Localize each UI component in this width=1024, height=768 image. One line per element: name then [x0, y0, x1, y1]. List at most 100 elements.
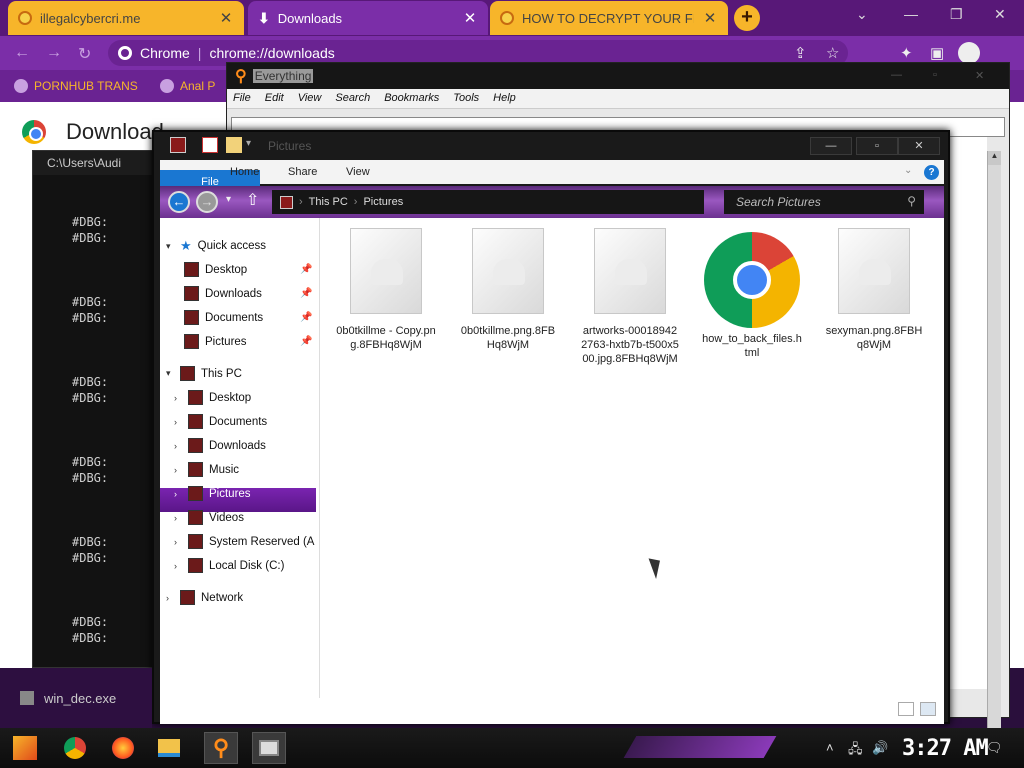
chevron-right-icon[interactable]: ›: [174, 441, 182, 451]
menu-item-bookmarks[interactable]: Bookmarks: [384, 92, 439, 108]
chevron-right-icon[interactable]: ›: [166, 593, 174, 603]
pin-icon[interactable]: 📌: [300, 312, 312, 323]
help-icon[interactable]: ?: [924, 165, 939, 180]
maximize-button[interactable]: ▫: [856, 137, 898, 155]
file-item[interactable]: sexyman.png.8FBHq8WjM: [824, 228, 924, 352]
chevron-right-icon[interactable]: ›: [174, 465, 182, 475]
menu-item-tools[interactable]: Tools: [453, 92, 479, 108]
pin-icon[interactable]: 📌: [300, 288, 312, 299]
tab-downloads[interactable]: ⬇ Downloads ✕: [248, 1, 488, 35]
nav-qa-desktop[interactable]: Desktop 📌: [184, 262, 312, 277]
pin-icon[interactable]: 📌: [300, 336, 312, 347]
menu-item-file[interactable]: File: [233, 92, 251, 108]
maximize-icon[interactable]: ▫: [933, 69, 937, 81]
nav-pc-item[interactable]: › Desktop: [174, 390, 251, 405]
chevron-down-icon[interactable]: ▾: [166, 241, 174, 252]
tab-search-icon[interactable]: ⌄: [856, 6, 868, 23]
menu-item-view[interactable]: View: [298, 92, 322, 108]
up-arrow-icon[interactable]: ⇧: [246, 190, 259, 210]
scrollbar[interactable]: ▲: [987, 151, 1001, 751]
chevron-right-icon[interactable]: ›: [174, 561, 182, 571]
nav-network[interactable]: › Network: [166, 590, 243, 605]
tab-decrypt-note[interactable]: HOW TO DECRYPT YOUR FIL ✕: [490, 1, 728, 35]
tab-share[interactable]: Share: [274, 160, 331, 184]
pin-icon[interactable]: 📌: [300, 264, 312, 275]
new-folder-icon[interactable]: [226, 137, 242, 153]
reload-icon[interactable]: ↻: [78, 44, 91, 64]
nav-pc-item[interactable]: › Videos: [174, 510, 244, 525]
file-item[interactable]: 0b0tkillme.png.8FBHq8WjM: [458, 228, 558, 352]
chevron-down-icon[interactable]: ▾: [246, 138, 251, 149]
nav-qa-downloads[interactable]: Downloads 📌: [184, 286, 312, 301]
nav-pc-item[interactable]: › Pictures: [174, 486, 251, 501]
minimize-icon[interactable]: —: [891, 69, 902, 81]
tab-view[interactable]: View: [332, 160, 384, 184]
taskbar-console[interactable]: [252, 732, 286, 764]
file-item[interactable]: how_to_back_files.html: [702, 228, 802, 360]
recent-chevron-icon[interactable]: ▾: [226, 194, 231, 205]
restore-icon[interactable]: ❐: [950, 6, 963, 23]
taskbar-chrome[interactable]: [58, 732, 92, 764]
close-tab-icon[interactable]: ✕: [218, 9, 234, 27]
nav-pc-item[interactable]: › Downloads: [174, 438, 266, 453]
notification-item[interactable]: win_dec.exe: [0, 668, 152, 728]
taskbar-everything[interactable]: ⚲: [204, 732, 238, 764]
chevron-right-icon[interactable]: ›: [174, 393, 182, 403]
bookmark-star-icon[interactable]: ☆: [826, 44, 839, 62]
file-item[interactable]: artworks-000189422763-hxtb7b-t500x500.jp…: [580, 228, 680, 366]
close-window-icon[interactable]: ✕: [994, 6, 1006, 23]
taskbar-firefox[interactable]: [106, 732, 140, 764]
breadcrumb-this-pc[interactable]: This PC: [309, 196, 348, 208]
forward-icon[interactable]: →: [46, 44, 62, 62]
forward-arrow-icon[interactable]: →: [196, 191, 218, 213]
menu-item-search[interactable]: Search: [335, 92, 370, 108]
tab-illegalcybercrime[interactable]: illegalcybercri.me ✕: [8, 1, 244, 35]
breadcrumb-pictures[interactable]: Pictures: [363, 196, 403, 208]
minimize-button[interactable]: —: [810, 137, 852, 155]
share-icon[interactable]: ⇪: [794, 44, 807, 62]
back-arrow-icon[interactable]: ←: [168, 191, 190, 213]
bookmark-item[interactable]: Anal P: [160, 79, 215, 93]
properties-icon[interactable]: [202, 137, 218, 153]
menu-item-edit[interactable]: Edit: [265, 92, 284, 108]
nav-pc-item[interactable]: › Documents: [174, 414, 267, 429]
close-icon[interactable]: ✕: [975, 69, 984, 82]
breadcrumb[interactable]: › This PC › Pictures: [272, 190, 704, 214]
back-icon[interactable]: ←: [14, 44, 30, 62]
chevron-down-icon[interactable]: ▾: [166, 368, 174, 379]
close-tab-icon[interactable]: ✕: [702, 9, 718, 27]
nav-quick-access[interactable]: ▾ ★ Quick access: [166, 238, 266, 254]
start-button[interactable]: [8, 732, 42, 764]
scroll-up-icon[interactable]: ▲: [988, 151, 1001, 165]
new-tab-button[interactable]: +: [734, 5, 760, 31]
close-button[interactable]: ✕: [898, 137, 940, 155]
close-tab-icon[interactable]: ✕: [462, 9, 478, 27]
sidepanel-icon[interactable]: ▣: [930, 44, 944, 62]
clock[interactable]: 3:27 AM: [902, 736, 989, 761]
menu-item-help[interactable]: Help: [493, 92, 516, 108]
nav-this-pc[interactable]: ▾ This PC: [166, 366, 242, 381]
search-input[interactable]: Search Pictures ⚲: [724, 190, 924, 214]
nav-qa-documents[interactable]: Documents 📌: [184, 310, 312, 325]
network-icon[interactable]: 🖧: [848, 740, 863, 762]
chevron-right-icon[interactable]: ›: [174, 513, 182, 523]
nav-qa-pictures[interactable]: Pictures 📌: [184, 334, 312, 349]
details-view-icon[interactable]: [898, 702, 914, 716]
chevron-right-icon[interactable]: ›: [174, 489, 182, 499]
chevron-right-icon[interactable]: ›: [174, 537, 182, 547]
chevron-right-icon[interactable]: ›: [174, 417, 182, 427]
bookmark-item[interactable]: PORNHUB TRANS: [14, 79, 138, 93]
nav-pc-item[interactable]: › System Reserved (A: [174, 534, 314, 549]
taskbar-explorer[interactable]: [152, 732, 186, 764]
large-icons-view-icon[interactable]: [920, 702, 936, 716]
nav-pc-item[interactable]: › Music: [174, 462, 239, 477]
volume-icon[interactable]: 🔊: [872, 740, 888, 756]
file-item[interactable]: 0b0tkillme - Copy.png.8FBHq8WjM: [336, 228, 436, 352]
tab-home[interactable]: Home: [216, 160, 273, 184]
extensions-icon[interactable]: ✦: [900, 44, 913, 62]
chevron-down-icon[interactable]: ⌄: [904, 165, 912, 176]
profile-avatar[interactable]: [958, 42, 980, 64]
explorer-window[interactable]: ▾ Pictures — ▫ ✕ File Home Share View ⌄ …: [152, 130, 950, 724]
notifications-icon[interactable]: 🗨: [986, 740, 1003, 756]
minimize-icon[interactable]: —: [904, 6, 918, 22]
